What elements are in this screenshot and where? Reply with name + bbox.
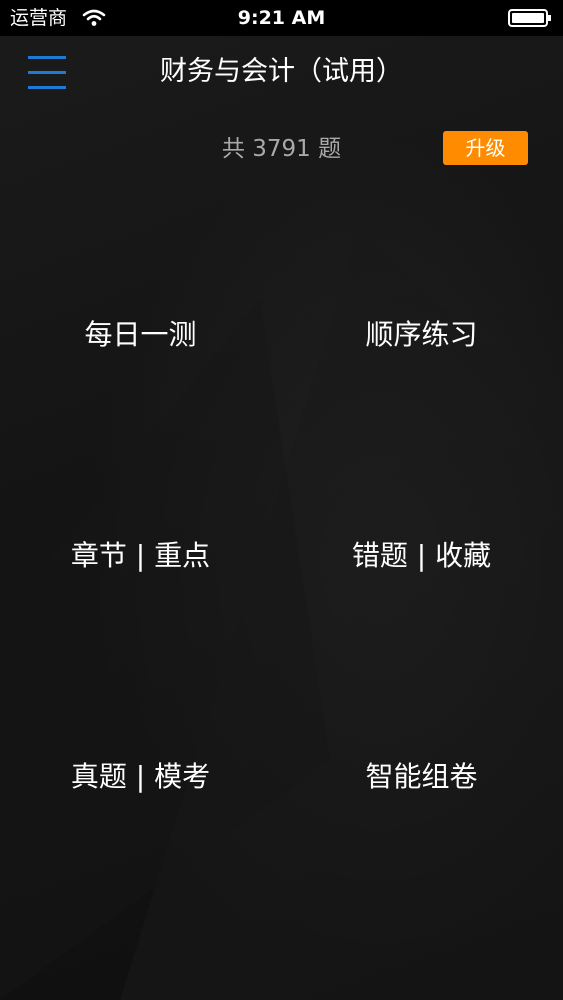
smart-paper-button[interactable]: 智能组卷 bbox=[281, 664, 562, 885]
count-prefix: 共 bbox=[221, 136, 245, 162]
navigation-bar: 财务与会计（试用） bbox=[0, 36, 563, 116]
battery-icon bbox=[508, 9, 551, 27]
daily-test-button[interactable]: 每日一测 bbox=[0, 222, 281, 443]
status-bar: 运营商 9:21 AM bbox=[0, 0, 563, 36]
count-value: 3791 bbox=[252, 136, 311, 162]
count-suffix: 题 bbox=[318, 136, 342, 162]
wrong-questions-favorites-button[interactable]: 错题 | 收藏 bbox=[281, 443, 562, 664]
status-time: 9:21 AM bbox=[237, 7, 326, 29]
past-exams-mock-button[interactable]: 真题 | 模考 bbox=[0, 664, 281, 885]
chapter-key-points-button[interactable]: 章节 | 重点 bbox=[0, 443, 281, 664]
page-title: 财务与会计（试用） bbox=[160, 56, 403, 87]
sequential-practice-button[interactable]: 顺序练习 bbox=[281, 222, 562, 443]
main-menu-grid: 每日一测 顺序练习 章节 | 重点 错题 | 收藏 真题 | 模考 智能组卷 bbox=[0, 222, 563, 886]
upgrade-button[interactable]: 升级 bbox=[443, 131, 528, 165]
app-screen: 运营商 9:21 AM 财务与会计（试用） 共 3791 题 升级 每日一测 顺… bbox=[0, 0, 563, 1000]
